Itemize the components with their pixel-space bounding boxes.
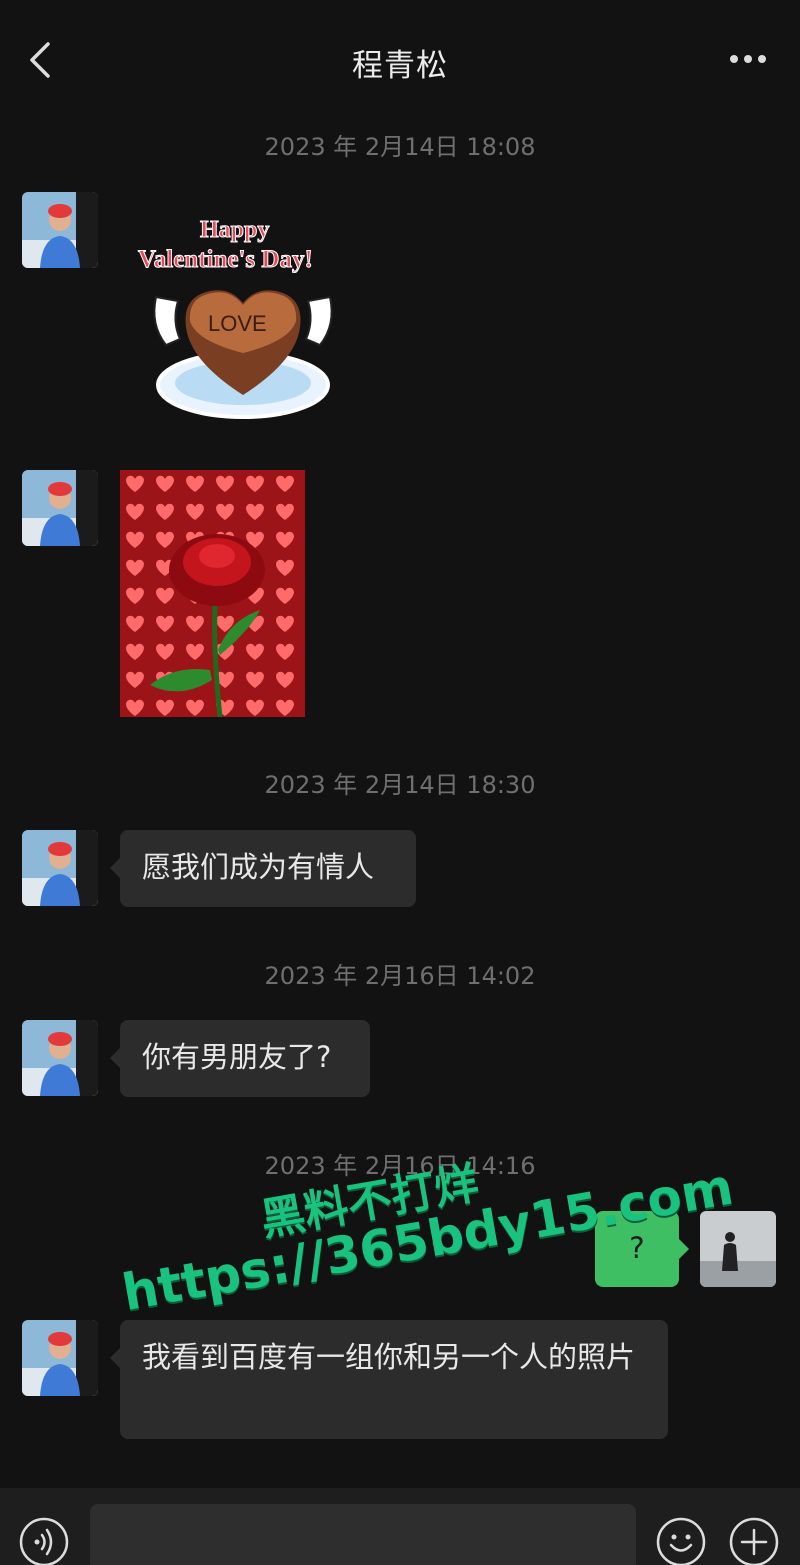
chat-screen: 程青松 2023 年 2月14日 18:08 Happy Valentine's… — [0, 0, 800, 1565]
message-timestamp: 2023 年 2月16日 14:02 — [264, 962, 536, 990]
message-bubble[interactable]: 愿我们成为有情人 — [110, 830, 416, 907]
contact-avatar[interactable] — [22, 1320, 98, 1396]
chat-title: 程青松 — [352, 48, 448, 84]
more-dots-icon — [730, 55, 766, 63]
sticker-cake-text: LOVE — [208, 311, 267, 336]
more-button[interactable] — [722, 44, 774, 74]
contact-avatar[interactable] — [22, 1020, 98, 1096]
rose-image-message[interactable] — [120, 470, 305, 718]
plus-icon — [729, 1517, 779, 1565]
contact-avatar[interactable] — [22, 192, 98, 268]
emoji-button[interactable] — [655, 1516, 707, 1565]
message-bubble[interactable]: 我看到百度有一组你和另一个人的照片 — [110, 1320, 668, 1439]
valentine-sticker-image: Happy Valentine's Day! LOVE — [138, 217, 333, 419]
avatar-photo — [22, 830, 98, 906]
avatar-photo — [22, 192, 98, 268]
chat-header: 程青松 — [0, 0, 800, 120]
voice-button[interactable] — [18, 1516, 70, 1565]
sticker-line1: Happy — [200, 217, 269, 243]
valentine-sticker[interactable]: Happy Valentine's Day! LOVE — [128, 205, 358, 425]
message-input[interactable] — [90, 1504, 636, 1565]
message-timestamp: 2023 年 2月14日 18:08 — [264, 133, 536, 161]
sticker-line2: Valentine's Day! — [138, 246, 313, 273]
message-timestamp: 2023 年 2月14日 18:30 — [264, 771, 536, 799]
avatar-photo — [22, 470, 98, 546]
message-bubble[interactable]: 你有男朋友了? — [110, 1020, 370, 1097]
contact-avatar[interactable] — [22, 470, 98, 546]
avatar-photo — [22, 1020, 98, 1096]
self-avatar-photo — [700, 1211, 776, 1287]
avatar-photo — [22, 1320, 98, 1396]
contact-avatar[interactable] — [22, 830, 98, 906]
voice-icon — [19, 1517, 69, 1565]
rose-image — [120, 470, 305, 718]
plus-button[interactable] — [728, 1516, 780, 1565]
emoji-icon — [656, 1517, 706, 1565]
self-avatar[interactable] — [700, 1211, 776, 1287]
input-bar — [0, 1488, 800, 1565]
